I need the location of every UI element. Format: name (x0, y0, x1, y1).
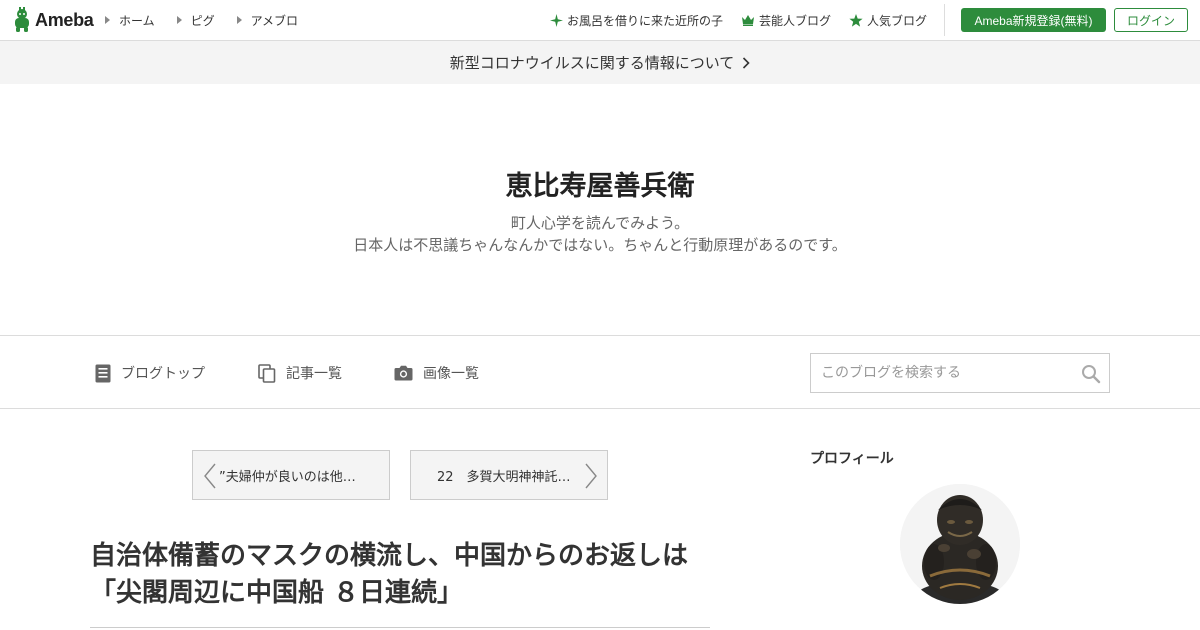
article-divider (90, 627, 710, 628)
blog-header: 恵比寿屋善兵衛 町人心学を読んでみよう。 日本人は不思議ちゃんなんかではない。ち… (0, 84, 1200, 336)
ameba-mascot-icon (15, 7, 29, 32)
blog-nav-label: ブログトップ (121, 366, 205, 382)
ebisu-figurine-image (900, 484, 1020, 604)
nav-link-label: ホーム (119, 13, 155, 28)
article-title-line: 「尖閣周辺に中国船 ８日連続」 (90, 578, 464, 608)
logo-text: Ameba (35, 9, 94, 30)
blog-nav: ブログトップ 記事一覧 画像一覧 (0, 337, 1200, 409)
notice-text: 新型コロナウイルスに関する情報について (449, 54, 735, 72)
copy-pages-icon (258, 363, 276, 383)
ameba-logo[interactable]: Ameba (12, 7, 94, 33)
nav-link-label: ピグ (190, 13, 215, 28)
profile-heading: プロフィール (810, 451, 894, 467)
blog-nav-label: 画像一覧 (423, 366, 479, 382)
triangle-right-icon (176, 16, 182, 24)
chevron-left-icon (204, 463, 216, 489)
nav-link-pigg[interactable]: ピグ (176, 12, 215, 29)
blog-nav-image-list[interactable]: 画像一覧 (394, 363, 479, 383)
login-button[interactable]: ログイン (1114, 8, 1188, 32)
next-entry-link[interactable]: 22 多賀大明神神託… (410, 450, 608, 500)
global-nav-left: ホーム ピグ アメブロ (105, 0, 320, 40)
chevron-right-icon (585, 463, 597, 489)
nav-link-ameblo[interactable]: アメブロ (236, 12, 299, 29)
article-title-line: 自治体備蓄のマスクの横流し、中国からのお返しは (90, 541, 689, 571)
blog-nav-label: 記事一覧 (286, 366, 342, 382)
blog-nav-entry-list[interactable]: 記事一覧 (258, 363, 342, 383)
profile-avatar[interactable] (900, 484, 1020, 604)
covid-notice-link[interactable]: 新型コロナウイルスに関する情報について (0, 41, 1200, 84)
prev-entry-link[interactable]: ”夫婦仲が良いのは他… (192, 450, 390, 500)
nav-link-home[interactable]: ホーム (105, 12, 155, 29)
prev-entry-title: ”夫婦仲が良いのは他… (219, 469, 356, 485)
nav-link-popular-blog[interactable]: 人気ブログ (849, 12, 927, 29)
sparkle-icon (550, 13, 563, 27)
nav-link-label: 芸能人ブログ (759, 13, 832, 28)
global-header: Ameba ホーム ピグ アメブロ お風呂を借りに来た近所の子 芸能人ブログ 人… (0, 0, 1200, 41)
triangle-right-icon (105, 16, 110, 24)
search-icon[interactable] (1081, 364, 1101, 384)
header-divider (944, 4, 945, 36)
nav-link-celebrity-blog[interactable]: 芸能人ブログ (741, 12, 831, 29)
document-icon (95, 364, 111, 382)
nav-link-label: 人気ブログ (867, 13, 928, 28)
chevron-right-icon (743, 56, 750, 69)
blog-nav-top[interactable]: ブログトップ (95, 363, 205, 383)
nav-link-featured-blog[interactable]: お風呂を借りに来た近所の子 (550, 12, 723, 29)
next-entry-title: 22 多賀大明神神託… (437, 469, 571, 485)
register-button[interactable]: Ameba新規登録(無料) (961, 8, 1106, 32)
blog-description: 町人心学を読んでみよう。 日本人は不思議ちゃんなんかではない。ちゃんと行動原理が… (0, 212, 1200, 256)
blog-search-input[interactable] (811, 354, 1071, 392)
blog-title[interactable]: 恵比寿屋善兵衛 (0, 164, 1200, 203)
article-title[interactable]: 自治体備蓄のマスクの横流し、中国からのお返しは 「尖閣周辺に中国船 ８日連続」 (90, 538, 720, 612)
blog-description-line: 日本人は不思議ちゃんなんかではない。ちゃんと行動原理があるのです。 (353, 236, 847, 254)
blog-search (810, 353, 1110, 393)
nav-link-label: お風呂を借りに来た近所の子 (567, 13, 724, 28)
blog-description-line: 町人心学を読んでみよう。 (510, 214, 690, 232)
nav-link-label: アメブロ (250, 13, 299, 28)
triangle-right-icon (236, 16, 242, 24)
crown-icon (742, 15, 755, 26)
star-icon (849, 13, 863, 27)
global-nav-right: お風呂を借りに来た近所の子 芸能人ブログ 人気ブログ (550, 0, 945, 40)
camera-icon (394, 365, 413, 381)
